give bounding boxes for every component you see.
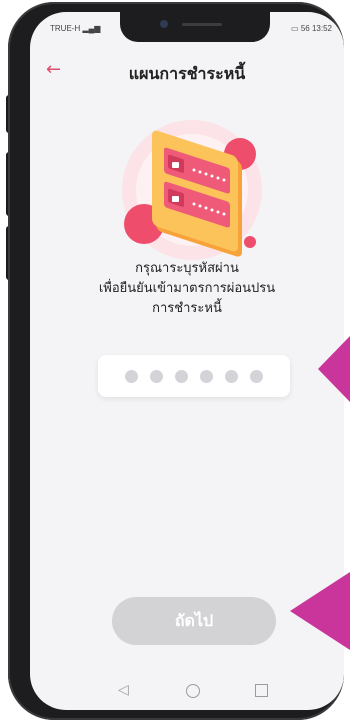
prompt-line-2: เพื่อยืนยันเข้ามาตรการผ่อนปรน xyxy=(98,281,276,296)
pointer-arrow-icon xyxy=(290,572,350,650)
password-prompt: กรุณาระบุรหัสผ่าน เพื่อยืนยันเข้ามาตรการ… xyxy=(30,259,344,319)
triangle-back-icon[interactable]: ◁ xyxy=(118,682,129,698)
prompt-line-3: การชำระหนี้ xyxy=(152,301,222,316)
square-recent-icon[interactable] xyxy=(255,684,268,697)
pin-input[interactable] xyxy=(98,355,290,397)
password-card-lock-illustration xyxy=(122,120,262,260)
prompt-line-1: กรุณาระบุรหัสผ่าน xyxy=(135,261,239,276)
pin-dot xyxy=(125,369,138,383)
speaker-icon xyxy=(182,23,222,26)
pin-dot xyxy=(250,369,263,383)
status-right: ▭ 56 13:52 xyxy=(291,24,332,33)
android-nav-bar: ◁ xyxy=(30,676,344,706)
circle-home-icon[interactable] xyxy=(186,684,200,698)
status-carrier: TRUE-H ▂▄▆ xyxy=(50,24,101,33)
notch xyxy=(120,12,270,42)
status-time: 13:52 xyxy=(311,24,332,33)
pin-dot xyxy=(225,369,238,383)
camera-icon xyxy=(160,20,168,28)
page-title: แผนการชำระหนี้ xyxy=(128,64,246,83)
pin-dot xyxy=(200,369,213,383)
pin-dot xyxy=(175,369,188,383)
header: ← แผนการชำระหนี้ xyxy=(30,60,344,84)
pointer-arrow-icon xyxy=(318,336,350,402)
battery-icon: ▭ xyxy=(291,24,299,33)
next-button[interactable]: ถัดไป xyxy=(112,597,276,645)
pin-dot xyxy=(150,369,163,383)
